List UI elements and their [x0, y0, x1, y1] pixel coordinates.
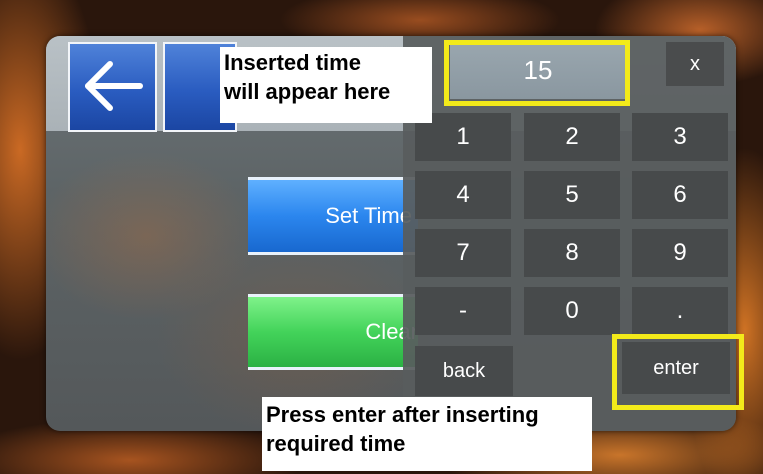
enter-highlight-box: [612, 334, 744, 410]
key-label: 1: [456, 123, 470, 150]
clear-button[interactable]: Clear: [248, 294, 418, 370]
display-callout-line2: will appear here: [224, 78, 391, 104]
key-9[interactable]: 9: [632, 229, 728, 277]
set-time-button[interactable]: Set Time: [248, 177, 418, 255]
key-label: .: [676, 297, 684, 324]
key-label: 7: [456, 239, 470, 266]
key-label: 2: [565, 123, 579, 150]
back-button[interactable]: [68, 42, 157, 132]
key-label: 0: [565, 297, 579, 324]
keypad-close-button[interactable]: x: [666, 42, 724, 86]
close-icon: x: [690, 52, 700, 75]
key-4[interactable]: 4: [415, 171, 511, 219]
key-label: 3: [673, 123, 687, 150]
key-label: 8: [565, 239, 579, 266]
key-7[interactable]: 7: [415, 229, 511, 277]
arrow-left-icon: [85, 61, 143, 111]
display-callout: Inserted time will appear here: [220, 47, 432, 123]
key-label: -: [459, 297, 467, 324]
enter-callout-line2: required time: [266, 430, 406, 456]
enter-callout: Press enter after inserting required tim…: [262, 397, 592, 471]
set-time-label: Set Time: [325, 203, 412, 228]
enter-callout-line1: Press enter after inserting: [266, 402, 539, 427]
key-label: 9: [673, 239, 687, 266]
key-3[interactable]: 3: [632, 113, 728, 161]
display-callout-line1: Inserted time: [224, 50, 361, 75]
key-2[interactable]: 2: [524, 113, 620, 161]
key-label: 4: [456, 181, 470, 208]
key-label: 5: [565, 181, 579, 208]
key-decimal[interactable]: .: [632, 287, 728, 335]
key-0[interactable]: 0: [524, 287, 620, 335]
key-8[interactable]: 8: [524, 229, 620, 277]
key-5[interactable]: 5: [524, 171, 620, 219]
key-label: 6: [673, 181, 687, 208]
key-6[interactable]: 6: [632, 171, 728, 219]
back-key-label: back: [442, 359, 486, 382]
back-key[interactable]: back: [415, 346, 513, 396]
key-minus[interactable]: -: [415, 287, 511, 335]
display-highlight-box: [444, 40, 630, 106]
